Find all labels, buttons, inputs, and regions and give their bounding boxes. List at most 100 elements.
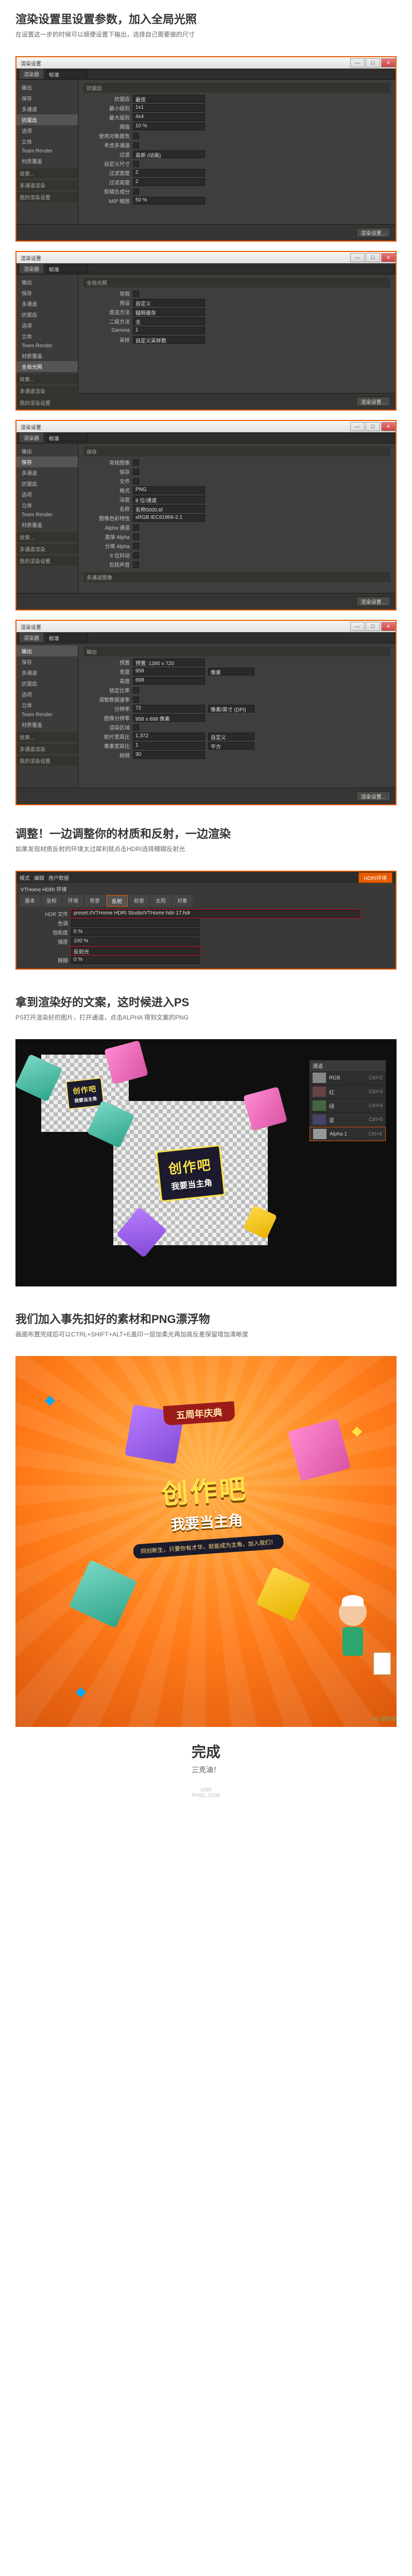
form-unit[interactable]: 像素/英寸 (DPI) [208,705,254,713]
checkbox[interactable] [133,161,139,167]
sidebar-item[interactable]: 输出 [16,82,78,93]
form-unit[interactable]: 自定义 [208,733,254,740]
channel-row[interactable]: 蓝Ctrl+5 [310,1113,386,1127]
sidebar-item[interactable]: 抗锯齿 [16,309,78,320]
sidebar-item[interactable]: 材质覆盖 [16,719,78,730]
form-input[interactable]: 预置: 1280 x 720 [133,658,205,666]
checkbox[interactable] [133,133,139,139]
form-input[interactable]: 958 x 698 像素 [133,714,205,722]
checkbox[interactable] [133,291,139,297]
checkbox[interactable] [133,478,139,484]
checkbox[interactable] [133,552,139,558]
sidebar-item[interactable]: 选项 [16,689,78,700]
channel-row[interactable]: 红Ctrl+3 [310,1085,386,1099]
form-input[interactable]: 1x1 [133,104,205,112]
sidebar-item[interactable]: Team Render [16,342,78,350]
form-unit[interactable]: 平方 [208,742,254,750]
render-settings-button[interactable]: 渲染设置... [356,597,390,606]
form-input[interactable]: sRGB IEC61966-2.1 [133,514,205,522]
form-input[interactable]: 10 % [133,123,205,130]
renderer-dropdown[interactable]: 标准 [46,70,88,78]
hdri-tab[interactable]: 背景 [84,895,105,907]
sidebar-item[interactable]: 立体 [16,136,78,147]
sidebar-item[interactable]: 输出 [16,646,78,656]
close-button[interactable]: ✕ [381,622,396,631]
checkbox[interactable] [133,534,139,540]
sidebar-item[interactable]: 多通道 [16,298,78,309]
sidebar-item[interactable]: 立体 [16,500,78,511]
sidebar-group[interactable]: 效果... [16,168,78,178]
sidebar-item[interactable]: 材质覆盖 [16,519,78,530]
checkbox[interactable] [133,189,139,195]
hdri-input[interactable]: 100 % [71,938,200,945]
renderer-dropdown[interactable]: 标准 [46,265,88,273]
sidebar-item[interactable]: 选项 [16,489,78,500]
form-input[interactable]: 2 [133,178,205,186]
sidebar-item[interactable]: 保存 [16,656,78,667]
sidebar-item[interactable]: 抗锯齿 [16,114,78,125]
render-settings-button[interactable]: 渲染设置... [356,397,390,406]
form-input[interactable]: 30 [133,751,205,759]
form-input[interactable]: 1.372 [133,733,205,740]
sidebar-item[interactable]: 抗锯齿 [16,478,78,489]
sidebar-group[interactable]: 多通道渲染 [16,744,78,754]
sidebar-item[interactable]: 抗锯齿 [16,678,78,689]
sidebar-group[interactable]: 效果... [16,732,78,742]
form-input[interactable]: 50 % [133,197,205,205]
checkbox[interactable] [133,460,139,466]
hdri-menu-mode[interactable]: 模式 [20,874,30,882]
form-input[interactable]: 自定义采样数 [133,336,205,344]
render-settings-button[interactable]: 渲染设置... [356,791,390,801]
window-titlebar[interactable]: 渲染设置—☐✕ [16,421,396,432]
channel-row[interactable]: Alpha 1Ctrl+6 [310,1127,386,1141]
sidebar-item[interactable]: Team Render [16,710,78,719]
form-input[interactable]: 8 位/通道 [133,496,205,503]
sidebar-item[interactable]: 立体 [16,331,78,342]
hdri-tab[interactable]: 太阳 [150,895,171,907]
hdri-render-dropdown[interactable]: HDRI环境 [358,872,392,883]
sidebar-item[interactable]: 多通道 [16,104,78,114]
maximize-button[interactable]: ☐ [366,622,380,631]
form-input[interactable]: 958 [133,668,205,675]
close-button[interactable]: ✕ [381,253,396,262]
sidebar-group[interactable]: 我的渲染设置 [16,192,78,202]
renderer-dropdown[interactable]: 标准 [46,634,88,641]
form-unit[interactable]: 像素 [208,668,254,675]
hdri-tab[interactable]: 对象 [172,895,193,907]
sidebar-item[interactable]: 多通道 [16,667,78,678]
checkbox[interactable] [133,469,139,475]
sidebar-item[interactable]: 立体 [16,700,78,710]
sidebar-group[interactable]: 我的渲染设置 [16,398,78,408]
sidebar-item[interactable]: 选项 [16,125,78,136]
sidebar-item[interactable]: 保存 [16,287,78,298]
sidebar-group[interactable]: 多通道渲染 [16,180,78,190]
sidebar-group[interactable]: 我的渲染设置 [16,556,78,566]
hdri-input[interactable]: 0 % [71,928,200,936]
sidebar-item-gi[interactable]: 全局光照 [16,361,78,372]
sidebar-group[interactable]: 我的渲染设置 [16,756,78,766]
close-button[interactable]: ✕ [381,422,396,431]
hdri-tab[interactable]: 基本 [20,895,40,907]
sidebar-item[interactable]: Team Render [16,147,78,156]
sidebar-item[interactable]: 保存 [16,456,78,467]
hdri-input[interactable]: 0 % [71,956,200,964]
form-input[interactable]: 高斯 (动画) [133,150,205,158]
checkbox[interactable] [133,724,139,731]
channel-row[interactable]: RGBCtrl+2 [310,1071,386,1085]
form-input[interactable]: 1 [133,742,205,750]
checkbox[interactable] [133,524,139,531]
channel-row[interactable]: 绿Ctrl+4 [310,1099,386,1113]
hdri-input[interactable]: 反射光 [71,947,200,955]
hdri-tab[interactable]: 坐标 [41,895,62,907]
maximize-button[interactable]: ☐ [366,253,380,262]
hdri-menu-edit[interactable]: 编辑 [34,874,44,882]
form-input[interactable]: 1 [133,327,205,334]
form-input[interactable]: 无 [133,317,205,325]
checkbox[interactable] [133,142,139,148]
checkbox[interactable] [133,687,139,693]
sidebar-item[interactable]: 输出 [16,277,78,287]
sidebar-item[interactable]: 选项 [16,320,78,331]
sidebar-item[interactable]: 输出 [16,446,78,456]
sidebar-item[interactable]: 保存 [16,93,78,104]
sidebar-item[interactable]: Team Render [16,511,78,519]
